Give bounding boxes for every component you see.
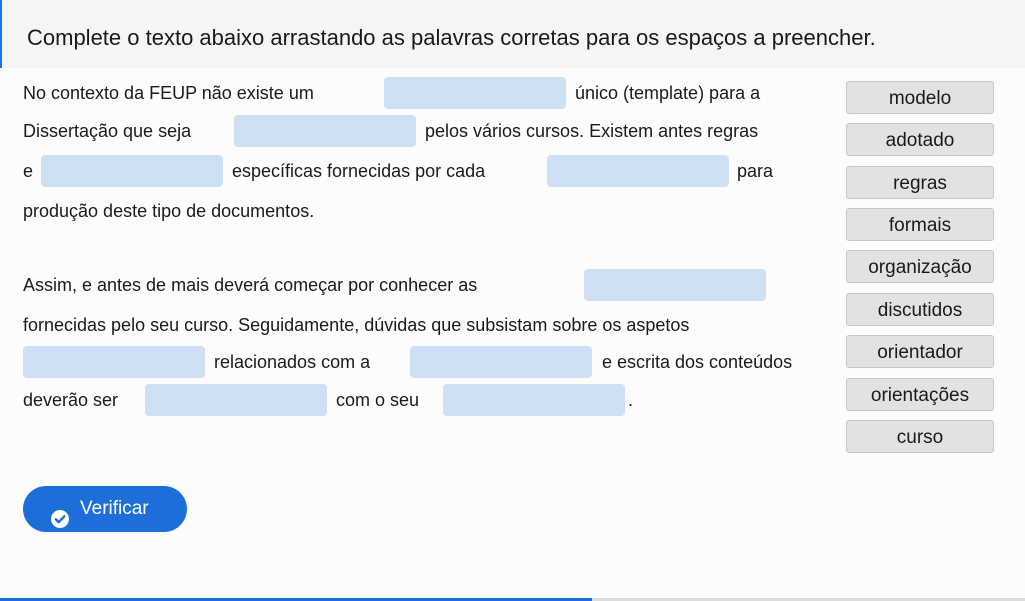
text-segment: e escrita dos conteúdos bbox=[602, 352, 793, 372]
text-segment: . bbox=[628, 390, 634, 410]
draggable-word[interactable]: adotado bbox=[846, 123, 994, 156]
instruction-text: Complete o texto abaixo arrastando as pa… bbox=[27, 25, 876, 50]
text-segment: Dissertação que seja bbox=[23, 121, 192, 141]
text-segment: com o seu bbox=[336, 390, 420, 410]
text-segment: Assim, e antes de mais deverá começar po… bbox=[23, 275, 478, 295]
text-segment: específicas fornecidas por cada bbox=[232, 161, 486, 181]
draggable-word[interactable]: orientador bbox=[846, 335, 994, 368]
draggable-word[interactable]: curso bbox=[846, 420, 994, 453]
text-segment: para bbox=[737, 161, 774, 181]
verify-button-label: Verificar bbox=[80, 498, 149, 519]
text-segment: fornecidas pelo seu curso. Seguidamente,… bbox=[23, 315, 690, 335]
draggable-word[interactable]: formais bbox=[846, 208, 994, 241]
draggable-word[interactable]: orientações bbox=[846, 378, 994, 411]
draggable-word[interactable]: organização bbox=[846, 250, 994, 283]
text-segment: único (template) para a bbox=[575, 83, 761, 103]
drop-zone-6[interactable] bbox=[23, 346, 205, 378]
text-segment: deverão ser bbox=[23, 390, 119, 410]
drop-zone-8[interactable] bbox=[145, 384, 327, 416]
drop-zone-9[interactable] bbox=[443, 384, 625, 416]
drop-zone-4[interactable] bbox=[547, 155, 729, 187]
text-segment: produção deste tipo de documentos. bbox=[23, 201, 315, 221]
drop-zone-7[interactable] bbox=[410, 346, 592, 378]
text-segment: pelos vários cursos. Existem antes regra… bbox=[425, 121, 759, 141]
drop-zone-5[interactable] bbox=[584, 269, 766, 301]
verify-button[interactable]: Verificar bbox=[23, 486, 187, 532]
draggable-word[interactable]: modelo bbox=[846, 81, 994, 114]
draggable-word[interactable]: regras bbox=[846, 166, 994, 199]
exercise-header: Complete o texto abaixo arrastando as pa… bbox=[0, 0, 1025, 68]
text-segment: e bbox=[23, 161, 34, 181]
check-circle-icon bbox=[51, 500, 69, 528]
text-segment: No contexto da FEUP não existe um bbox=[23, 83, 314, 103]
drop-zone-2[interactable] bbox=[234, 115, 416, 147]
drop-zone-1[interactable] bbox=[384, 77, 566, 109]
draggable-word[interactable]: discutidos bbox=[846, 293, 994, 326]
text-segment: relacionados com a bbox=[214, 352, 371, 372]
focus-accent-bar bbox=[0, 0, 2, 68]
drop-zone-3[interactable] bbox=[41, 155, 223, 187]
